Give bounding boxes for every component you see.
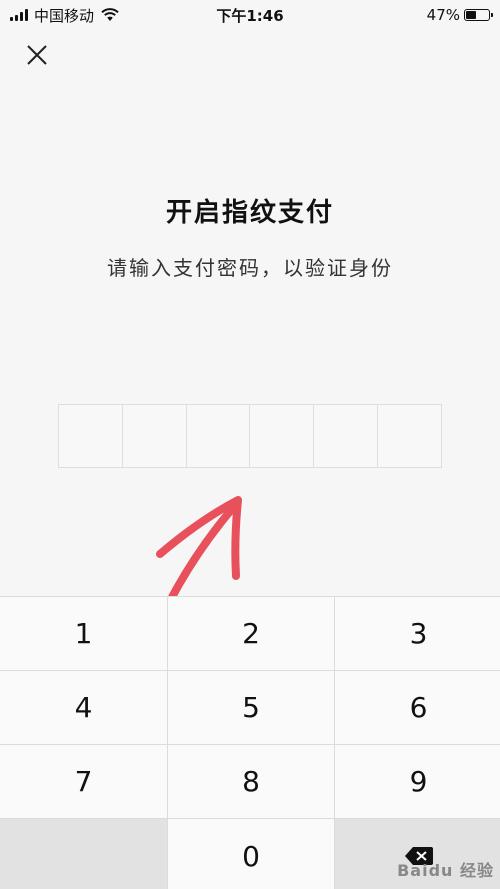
backspace-icon — [404, 847, 433, 865]
status-left: 中国移动 — [10, 5, 120, 26]
close-icon — [27, 45, 47, 65]
pin-digit-cell[interactable] — [378, 405, 441, 467]
close-button[interactable] — [22, 40, 52, 70]
key-4[interactable]: 4 — [0, 671, 167, 744]
wifi-icon — [101, 8, 119, 21]
battery-icon — [464, 9, 493, 21]
key-3[interactable]: 3 — [335, 597, 500, 670]
battery-percent: 47% — [426, 6, 460, 24]
key-8[interactable]: 8 — [168, 745, 334, 818]
key-2[interactable]: 2 — [168, 597, 334, 670]
pin-digit-cell[interactable] — [250, 405, 315, 467]
pin-digit-cell[interactable] — [59, 405, 123, 467]
key-1[interactable]: 1 — [0, 597, 167, 670]
key-9[interactable]: 9 — [335, 745, 500, 818]
page-subtitle: 请输入支付密码，以验证身份 — [107, 256, 393, 280]
carrier-label: 中国移动 — [34, 6, 95, 25]
pin-digit-cell[interactable] — [187, 405, 251, 467]
key-0[interactable]: 0 — [168, 819, 334, 889]
key-6[interactable]: 6 — [335, 671, 500, 744]
status-right: 47% — [426, 6, 493, 24]
key-7[interactable]: 7 — [0, 745, 167, 818]
password-input[interactable] — [58, 404, 442, 468]
status-bar: 中国移动 下午1:46 47% — [0, 0, 500, 30]
page-title: 开启指纹支付 — [165, 198, 334, 228]
key-5[interactable]: 5 — [168, 671, 334, 744]
key-blank — [0, 819, 167, 889]
pin-digit-cell[interactable] — [123, 405, 187, 467]
battery-fill — [466, 11, 477, 19]
backspace-button[interactable]: Baidu 经验 — [335, 819, 500, 889]
pin-digit-cell[interactable] — [314, 405, 379, 467]
numeric-keypad: 1 2 3 4 5 6 7 8 9 0 Baidu 经验 — [0, 596, 500, 889]
signal-bars-icon — [10, 9, 28, 21]
